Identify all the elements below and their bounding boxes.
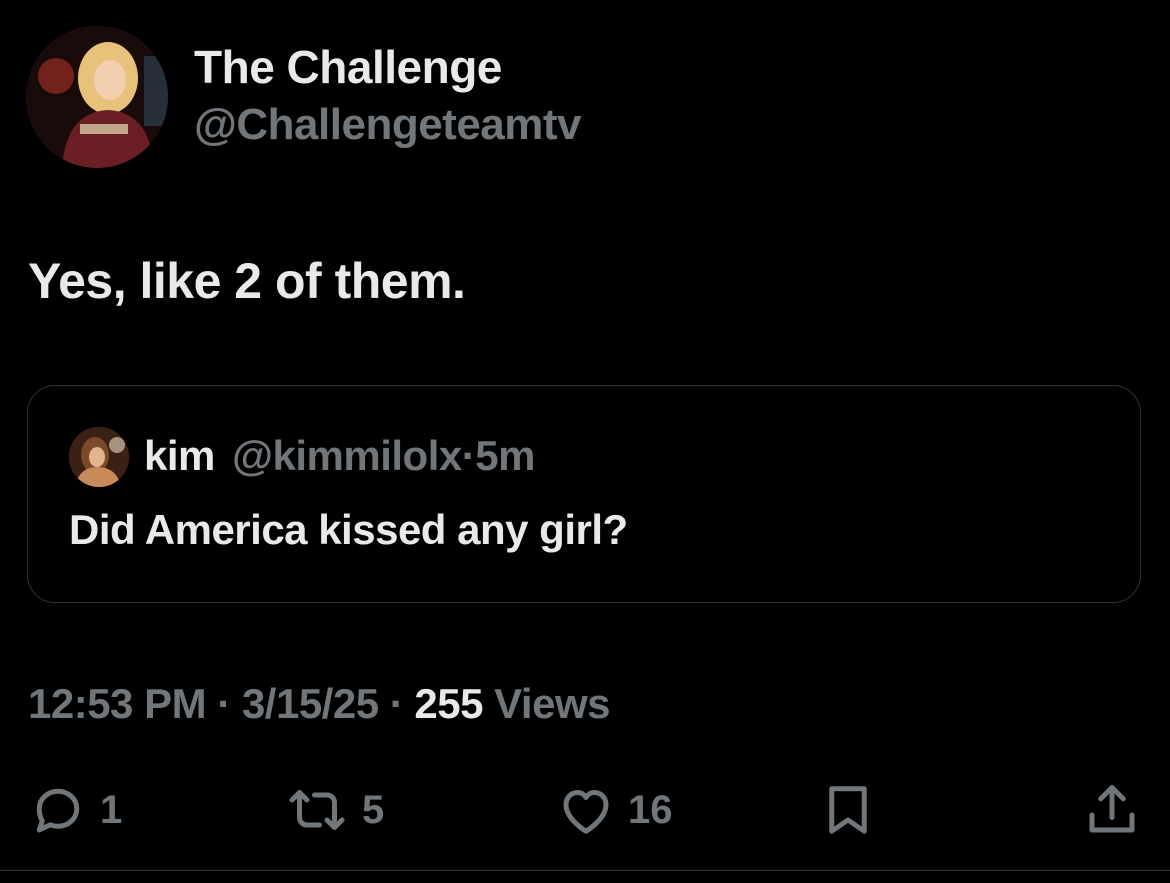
reply-count: 1 xyxy=(100,787,123,832)
author-display-name[interactable]: The Challenge xyxy=(194,40,502,94)
reply-bubble-icon xyxy=(28,780,88,840)
meta-separator: · xyxy=(389,680,404,727)
retweet-icon xyxy=(284,780,350,840)
retweet-count: 5 xyxy=(362,787,385,832)
meta-separator: · xyxy=(217,680,231,727)
divider xyxy=(0,870,1170,871)
tweet-text: Yes, like 2 of them. xyxy=(28,253,466,309)
retweet-button[interactable]: 5 xyxy=(284,780,384,840)
like-count: 16 xyxy=(628,787,673,832)
quoted-separator: · xyxy=(461,432,476,479)
bookmark-button[interactable] xyxy=(818,780,878,840)
heart-icon xyxy=(556,780,616,840)
share-upload-icon xyxy=(1082,780,1142,840)
quoted-tweet-card[interactable]: kim @kimmilolx·5m Did America kissed any… xyxy=(27,385,1141,603)
tweet-date[interactable]: 3/15/25 xyxy=(242,680,379,727)
quoted-tweet-header: kim @kimmilolx·5m xyxy=(144,432,535,480)
reply-button[interactable]: 1 xyxy=(28,780,122,840)
like-button[interactable]: 16 xyxy=(556,780,673,840)
quoted-author-avatar[interactable] xyxy=(69,427,129,487)
author-handle[interactable]: @Challengeteamtv xyxy=(194,100,582,150)
views-count: 255 xyxy=(414,680,483,727)
tweet-actions-bar: 1 5 16 xyxy=(0,780,1170,840)
views-label: Views xyxy=(494,680,610,727)
bookmark-icon xyxy=(818,780,878,840)
tweet-time[interactable]: 12:53 PM xyxy=(28,680,207,727)
quoted-author-name[interactable]: kim xyxy=(144,432,215,479)
quoted-author-handle[interactable]: @kimmilolx xyxy=(232,432,462,479)
share-button[interactable] xyxy=(1082,780,1142,840)
tweet-meta: 12:53 PM · 3/15/25 · 255 Views xyxy=(28,680,610,728)
quoted-tweet-text: Did America kissed any girl? xyxy=(69,506,628,553)
author-avatar[interactable] xyxy=(26,26,168,168)
quoted-tweet-time[interactable]: 5m xyxy=(475,432,535,479)
